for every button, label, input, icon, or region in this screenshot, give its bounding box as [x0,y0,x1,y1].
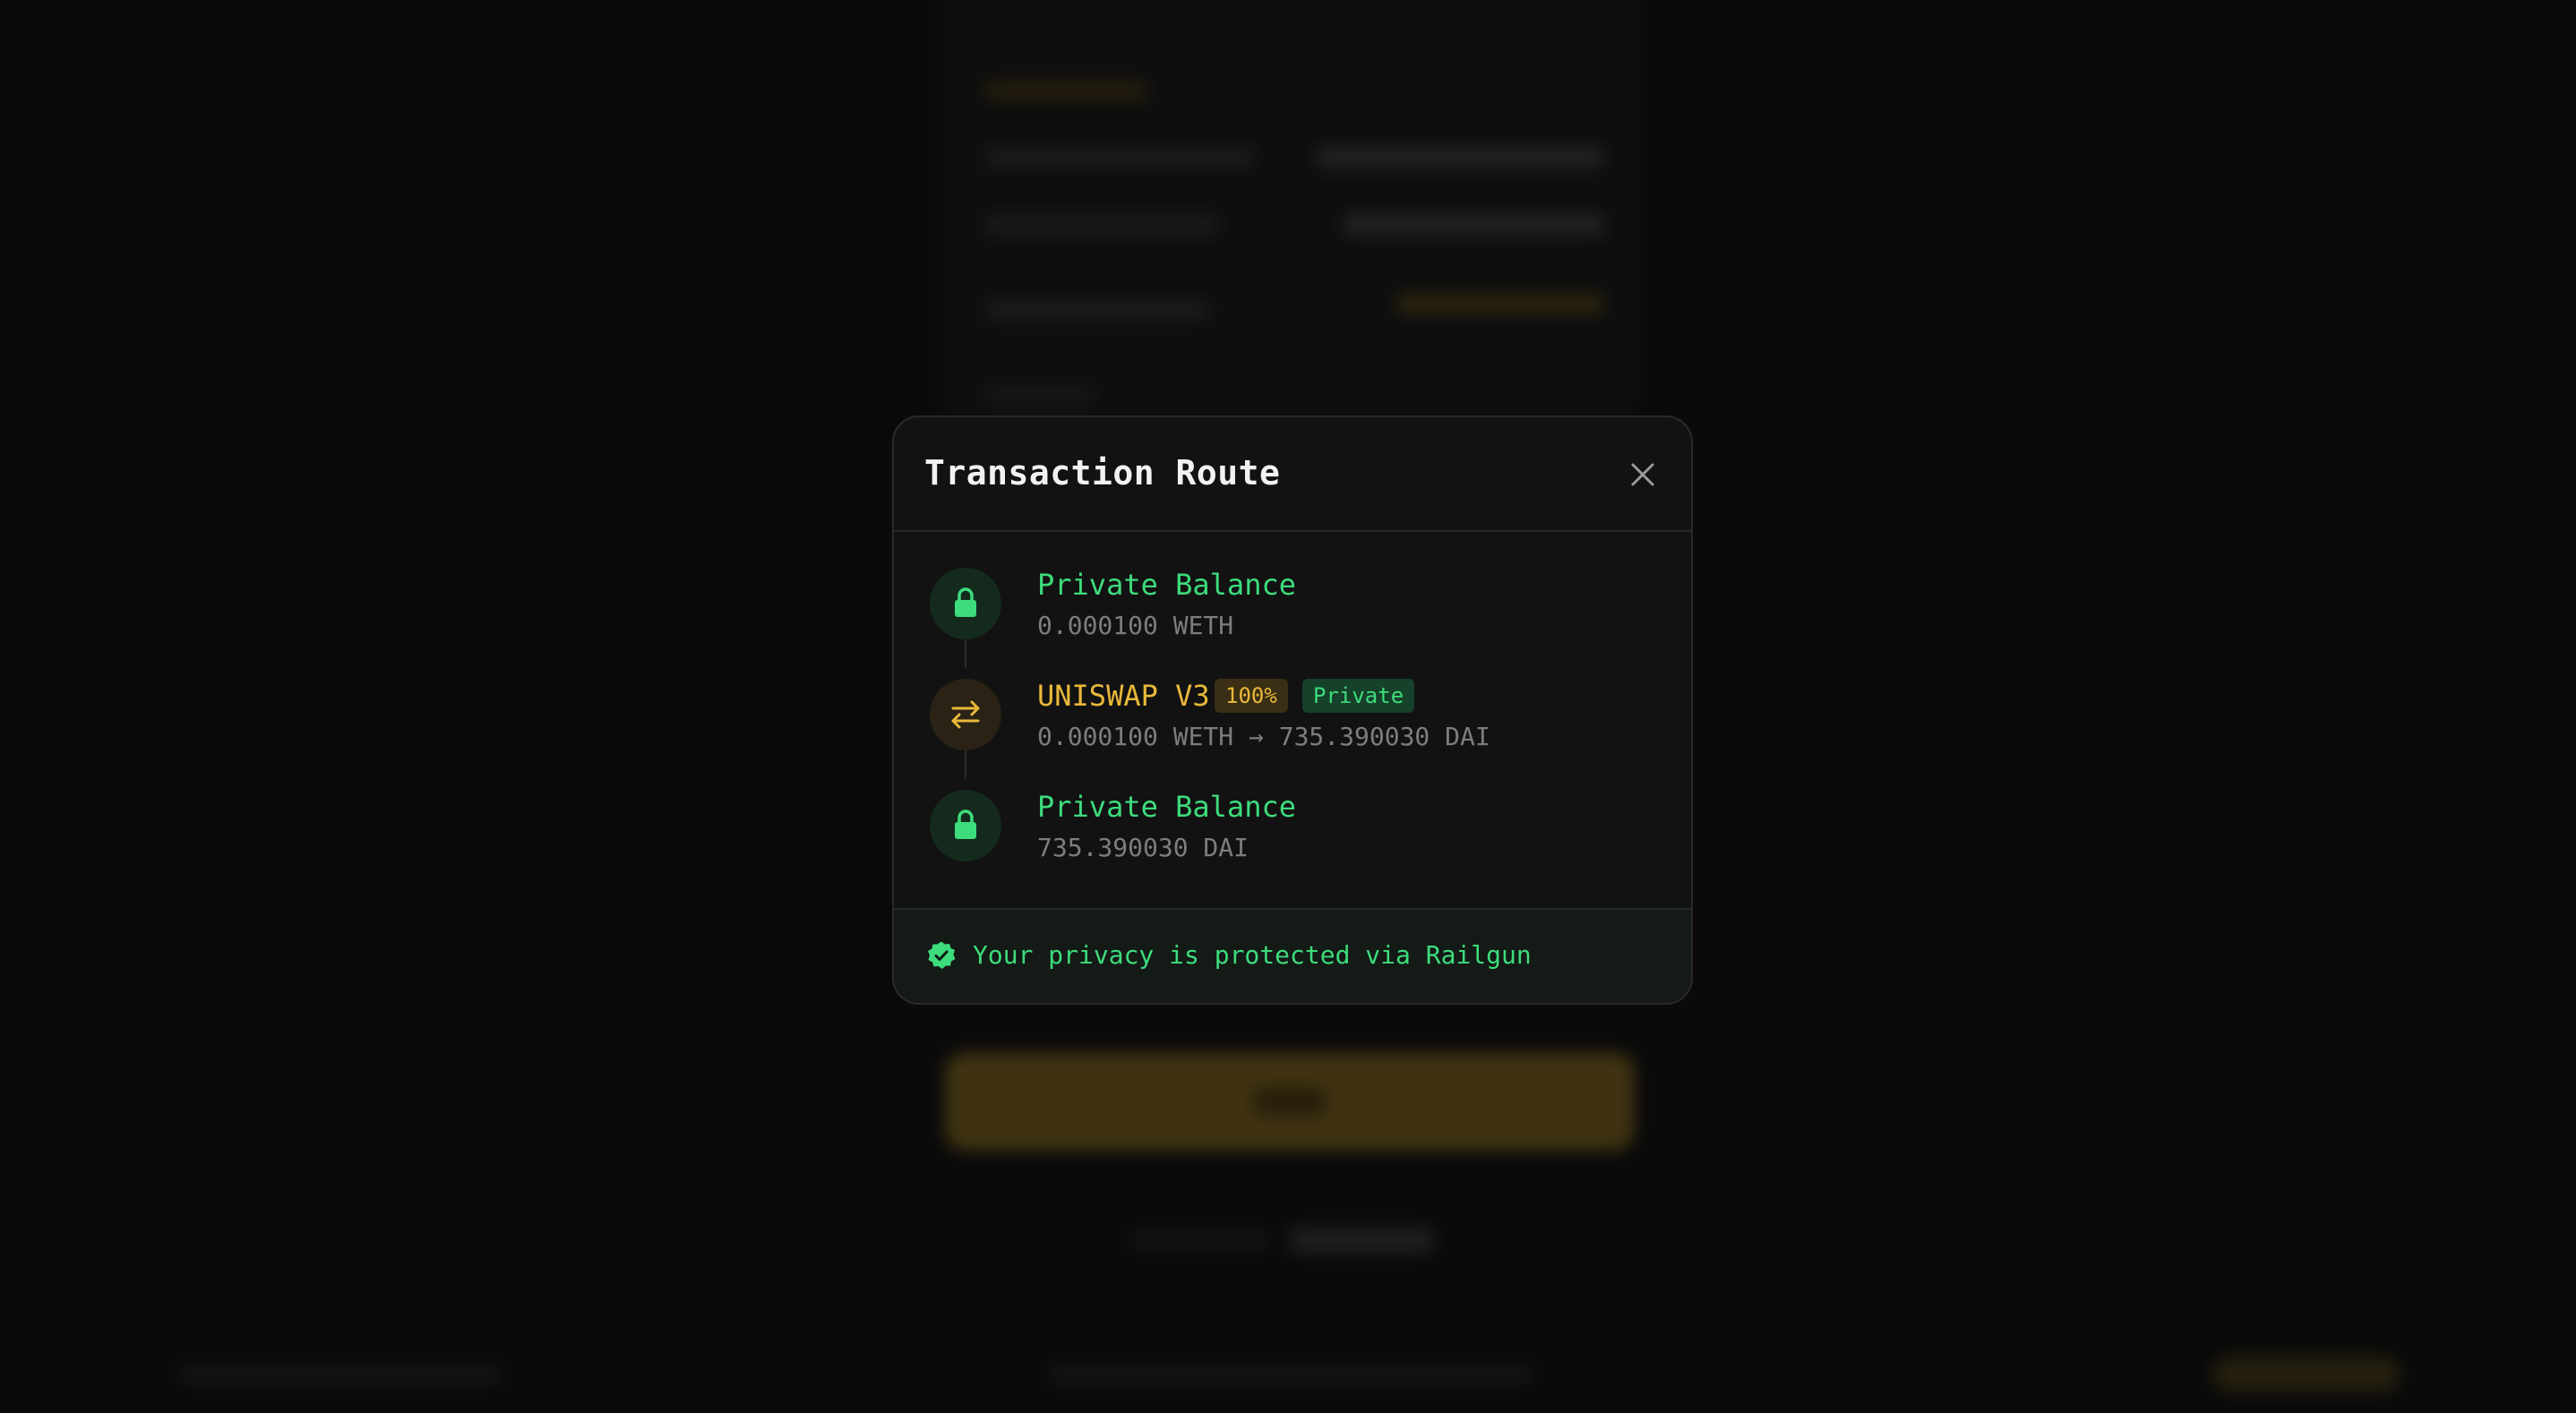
background-footer-text [1129,1231,1272,1249]
lock-icon [930,790,1001,861]
step-title: Private Balance [1037,790,1296,824]
background-row [985,300,1209,320]
lock-icon [930,568,1001,639]
route-step-source: Private Balance 0.000100 WETH [930,568,1664,641]
step-amount: 0.000100 WETH [1037,611,1234,640]
route-connector [965,750,966,779]
background-row [1397,294,1603,313]
private-badge: Private [1302,679,1415,713]
background-footer-links [1048,1366,1532,1383]
verified-check-icon [928,941,956,969]
transaction-route-modal: Transaction Route Private Balance 0.0001… [892,415,1693,1005]
privacy-notice-text: Your privacy is protected via Railgun [973,940,1532,970]
background-row [985,215,1218,235]
close-icon [1631,463,1654,486]
route-connector [965,639,966,668]
background-row [985,81,1146,100]
background-swap-button-label [1254,1088,1326,1115]
background-row [1317,148,1603,167]
background-row [985,148,1254,167]
step-title: Private Balance [1037,568,1296,602]
background-footer-text [179,1366,502,1383]
step-title: UNISWAP V3 [1037,679,1210,713]
step-amount: 0.000100 WETH → 735.390030 DAI [1037,722,1490,751]
route-steps: Private Balance 0.000100 WETH UNISWAP V3… [894,532,1691,901]
background-row [1344,215,1603,235]
route-step-swap: UNISWAP V3 100% Private 0.000100 WETH → … [930,679,1664,752]
background-status-pill [2212,1357,2400,1392]
modal-title: Transaction Route [924,453,1281,492]
step-amount: 735.390030 DAI [1037,833,1249,862]
background-footer-link [1290,1227,1433,1254]
privacy-notice: Your privacy is protected via Railgun [894,908,1691,1003]
route-step-destination: Private Balance 735.390030 DAI [930,790,1664,863]
percent-badge: 100% [1215,679,1288,713]
app-screen: Transaction Route Private Balance 0.0001… [0,0,2576,1413]
close-button[interactable] [1625,457,1661,492]
background-row [985,385,1093,405]
modal-header: Transaction Route [894,417,1691,532]
swap-arrows-icon [930,679,1001,750]
